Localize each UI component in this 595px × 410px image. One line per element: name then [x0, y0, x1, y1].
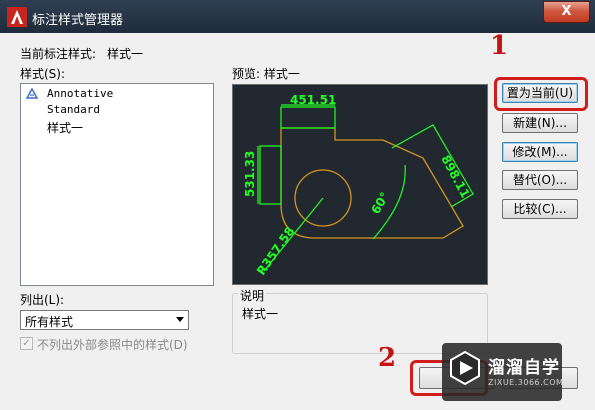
annotative-icon [26, 88, 38, 99]
new-button[interactable]: 新建(N)... [502, 113, 578, 133]
watermark: 溜溜自学 ZIXUE.3066.COM [442, 343, 564, 401]
description-title: 说明 [238, 287, 267, 304]
annotation-highlight-set-current [494, 77, 588, 111]
preview-drawing: 451.51 531.33 898.11 R357.58 60° [243, 93, 474, 278]
list-label: 列出(L): [20, 293, 65, 307]
style-item-style1[interactable]: 样式一 [47, 119, 83, 136]
watermark-name: 溜溜自学 [488, 358, 560, 378]
preview-label: 预览: 样式一 [232, 67, 300, 81]
annotation-number-2: 2 [377, 343, 397, 373]
play-logo-icon [450, 351, 480, 385]
close-button[interactable]: X [543, 1, 590, 23]
list-select-value: 所有样式 [25, 315, 74, 329]
dim-left-text: 531.33 [243, 151, 257, 197]
dim-top-text: 451.51 [290, 93, 336, 107]
style-item-annotative[interactable]: Annotative [47, 87, 113, 100]
xref-checkbox[interactable]: ✓ [20, 337, 33, 350]
styles-label: 样式(S): [20, 67, 66, 81]
override-button[interactable]: 替代(O)... [502, 170, 578, 190]
current-style-label: 当前标注样式: [20, 47, 97, 61]
description-text: 样式一 [242, 307, 279, 321]
modify-button[interactable]: 修改(M)... [502, 142, 578, 162]
dim-angle-text: 60° [368, 190, 391, 217]
xref-checkbox-label: 不列出外部参照中的样式(D) [37, 338, 188, 352]
watermark-url: ZIXUE.3066.COM [488, 378, 564, 387]
dim-radius-text: R357.58 [254, 224, 297, 278]
compare-button[interactable]: 比较(C)... [502, 199, 578, 219]
style-item-standard[interactable]: Standard [47, 103, 100, 116]
chevron-down-icon [176, 317, 184, 322]
list-select[interactable]: 所有样式 [20, 310, 189, 330]
title-bar: 标注样式管理器 X [0, 0, 595, 33]
window-title: 标注样式管理器 [32, 13, 124, 28]
autocad-logo-icon [7, 7, 27, 27]
dimension-preview: 451.51 531.33 898.11 R357.58 60° [232, 84, 488, 285]
current-style-value: 样式一 [107, 47, 144, 61]
annotation-number-1: 1 [489, 31, 509, 61]
dialog-window: 标注样式管理器 X 当前标注样式: 样式一 样式(S): Annotative … [0, 0, 595, 410]
